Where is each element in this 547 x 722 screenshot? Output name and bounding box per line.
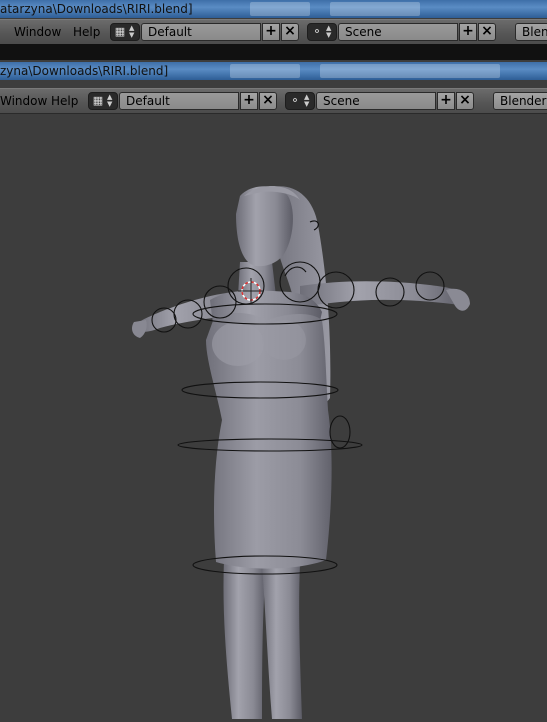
updown-arrows-icon: ▲ ▼ — [129, 24, 135, 39]
updown-arrows-icon: ▲ ▼ — [304, 93, 310, 108]
scene-field[interactable]: Scene — [316, 92, 436, 110]
screen-layout-selector[interactable]: ▦ ▲ ▼ — [88, 92, 118, 110]
viewport-strip — [0, 44, 547, 60]
scene-selector[interactable]: ⚬ ▲ ▼ — [285, 92, 315, 110]
add-scene-button[interactable]: + — [437, 92, 455, 110]
menu-help[interactable]: Help — [73, 24, 100, 40]
window-title: atarzyna\Downloads\RIRI.blend] — [0, 2, 193, 16]
render-engine-selector[interactable]: Blend — [515, 23, 547, 41]
info-header: Window Help ▦ ▲ ▼ Default + × ⚬ ▲ ▼ Scene … — [0, 88, 547, 114]
window-title-bar: zyna\Downloads\RIRI.blend] — [0, 62, 547, 80]
remove-scene-button[interactable]: × — [478, 23, 496, 41]
scene-field[interactable]: Scene — [338, 23, 458, 41]
remove-scene-button[interactable]: × — [456, 92, 474, 110]
menu-window[interactable]: Window — [14, 24, 61, 40]
screen-layout-icon: ▦ — [114, 25, 126, 38]
remove-screen-button[interactable]: × — [259, 92, 277, 110]
info-header: Window Help ▦ ▲ ▼ Default + × ⚬ ▲ ▼ Scene … — [0, 19, 547, 45]
window-title-bar: atarzyna\Downloads\RIRI.blend] — [0, 0, 547, 18]
screen-layout-field[interactable]: Default — [119, 92, 239, 110]
viewport-canvas — [132, 185, 470, 719]
updown-arrows-icon: ▲ ▼ — [326, 24, 332, 39]
add-screen-button[interactable]: + — [262, 23, 280, 41]
scene-selector[interactable]: ⚬ ▲ ▼ — [307, 23, 337, 41]
screen-layout-selector[interactable]: ▦ ▲ ▼ — [110, 23, 140, 41]
menu-window[interactable]: Window — [0, 93, 47, 109]
menu-help[interactable]: Help — [51, 93, 78, 109]
add-scene-button[interactable]: + — [459, 23, 477, 41]
screen-layout-icon: ▦ — [92, 94, 104, 107]
3d-viewport[interactable] — [0, 114, 547, 719]
character-mesh[interactable] — [132, 185, 470, 719]
scene-icon: ⚬ — [312, 25, 322, 38]
scene-icon: ⚬ — [290, 94, 300, 107]
remove-screen-button[interactable]: × — [281, 23, 299, 41]
window-title: zyna\Downloads\RIRI.blend] — [0, 64, 169, 78]
screen-layout-field[interactable]: Default — [141, 23, 261, 41]
render-engine-selector[interactable]: Blender R — [493, 92, 547, 110]
add-screen-button[interactable]: + — [240, 92, 258, 110]
updown-arrows-icon: ▲ ▼ — [107, 93, 113, 108]
